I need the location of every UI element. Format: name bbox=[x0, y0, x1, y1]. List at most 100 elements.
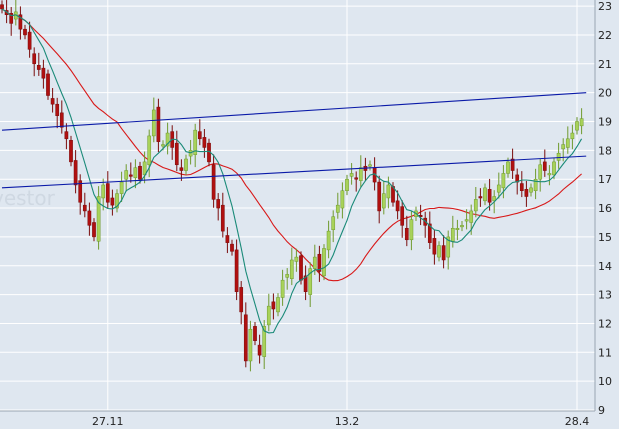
y-tick-label: 13 bbox=[598, 289, 612, 302]
candle-body bbox=[552, 161, 556, 176]
candle-body bbox=[27, 31, 32, 50]
candle-body bbox=[409, 219, 414, 241]
y-tick-label: 16 bbox=[598, 202, 612, 215]
candle-body bbox=[299, 255, 303, 281]
candle-body bbox=[161, 144, 165, 147]
candle-body bbox=[230, 243, 234, 252]
candle-body bbox=[69, 140, 73, 163]
candle-body bbox=[478, 196, 483, 199]
candle-body bbox=[464, 219, 469, 222]
candle-body bbox=[547, 173, 552, 176]
candle-body bbox=[441, 245, 446, 261]
candle-body bbox=[119, 181, 124, 194]
candle-body bbox=[340, 190, 345, 209]
candle-body bbox=[55, 103, 60, 116]
candle-body bbox=[46, 73, 50, 96]
candle-body bbox=[322, 248, 326, 277]
y-tick-label: 14 bbox=[598, 260, 612, 273]
candle-body bbox=[23, 28, 27, 36]
candle-body bbox=[73, 160, 78, 186]
x-tick-label: 28.4 bbox=[565, 415, 590, 428]
candle-body bbox=[184, 158, 188, 171]
candle-body bbox=[579, 118, 584, 127]
candle-body bbox=[105, 183, 110, 203]
candle-body bbox=[225, 235, 230, 243]
candle-body bbox=[501, 173, 506, 189]
candle-body bbox=[197, 131, 202, 140]
candle-body bbox=[524, 189, 529, 197]
candle-body bbox=[257, 344, 262, 356]
candle-body bbox=[519, 183, 524, 191]
candle-body bbox=[538, 164, 543, 180]
candle-body bbox=[147, 135, 152, 166]
candle-body bbox=[285, 274, 290, 278]
candle-body bbox=[138, 165, 142, 180]
candle-body bbox=[395, 200, 400, 212]
y-tick-label: 15 bbox=[598, 231, 612, 244]
candle-body bbox=[483, 187, 487, 202]
y-tick-label: 11 bbox=[598, 346, 612, 359]
y-tick-label: 22 bbox=[598, 29, 612, 42]
candle-body bbox=[59, 112, 64, 128]
candle-body bbox=[473, 199, 478, 212]
candle-body bbox=[510, 158, 515, 171]
candle-body bbox=[542, 161, 547, 171]
candle-body bbox=[556, 152, 561, 161]
candle-body bbox=[358, 167, 363, 181]
candle-body bbox=[266, 305, 271, 326]
candle-body bbox=[276, 297, 280, 313]
candle-body bbox=[82, 204, 87, 212]
candle-body bbox=[243, 314, 248, 362]
candle-body bbox=[64, 131, 69, 140]
candle-body bbox=[220, 204, 225, 232]
candle-body bbox=[565, 138, 570, 148]
candle-body bbox=[487, 189, 492, 203]
candle-body bbox=[570, 132, 575, 140]
candle-body bbox=[151, 109, 156, 137]
y-tick-label: 9 bbox=[598, 404, 605, 417]
y-tick-label: 20 bbox=[598, 87, 612, 100]
candle-body bbox=[101, 184, 106, 199]
watermark-text: vestor bbox=[0, 186, 56, 210]
y-tick-label: 19 bbox=[598, 116, 612, 129]
candle-body bbox=[234, 249, 239, 292]
candle-body bbox=[179, 167, 184, 171]
chart-svg: vestor 9 10 11 12 13 14 15 16 17 18 19 20 21 22 23 27.… bbox=[0, 0, 612, 428]
candle-body bbox=[377, 181, 382, 212]
candle-body bbox=[124, 170, 129, 180]
y-tick-label: 10 bbox=[598, 375, 612, 388]
candle-body bbox=[216, 199, 221, 209]
y-axis-tick-labels: 9 10 11 12 13 14 15 16 17 18 19 20 21 22 23 bbox=[598, 0, 612, 417]
candle-body bbox=[133, 167, 138, 179]
y-tick-label: 21 bbox=[598, 58, 612, 71]
y-tick-label: 12 bbox=[598, 317, 612, 330]
candle-body bbox=[312, 256, 317, 269]
candle-body bbox=[529, 187, 533, 193]
candle-body bbox=[202, 137, 207, 148]
candle-body bbox=[506, 161, 510, 174]
candle-body bbox=[32, 53, 37, 65]
candle-body bbox=[561, 144, 566, 150]
candle-body bbox=[469, 210, 474, 223]
candle-body bbox=[156, 106, 161, 142]
candlestick-chart: vestor 9 10 11 12 13 14 15 16 17 18 19 20 21 22 23 27.… bbox=[0, 0, 619, 429]
candle-body bbox=[437, 245, 441, 258]
candle-body bbox=[289, 259, 294, 279]
candle-body bbox=[496, 184, 501, 193]
x-axis-tick-labels: 27.11 13.2 28.4 bbox=[92, 415, 589, 428]
candle-body bbox=[400, 206, 405, 226]
candle-body bbox=[381, 193, 386, 209]
candle-body bbox=[253, 326, 257, 342]
candle-body bbox=[211, 164, 216, 200]
candle-body bbox=[386, 184, 391, 199]
candle-body bbox=[50, 98, 55, 105]
y-tick-label: 23 bbox=[598, 0, 612, 13]
candle-body bbox=[280, 279, 285, 298]
candle-body bbox=[326, 230, 331, 251]
candle-body bbox=[331, 216, 336, 230]
candle-body bbox=[354, 177, 359, 180]
candle-body bbox=[128, 174, 133, 177]
x-tick-label: 27.11 bbox=[92, 415, 124, 428]
x-tick-label: 13.2 bbox=[335, 415, 360, 428]
candle-body bbox=[404, 227, 409, 241]
